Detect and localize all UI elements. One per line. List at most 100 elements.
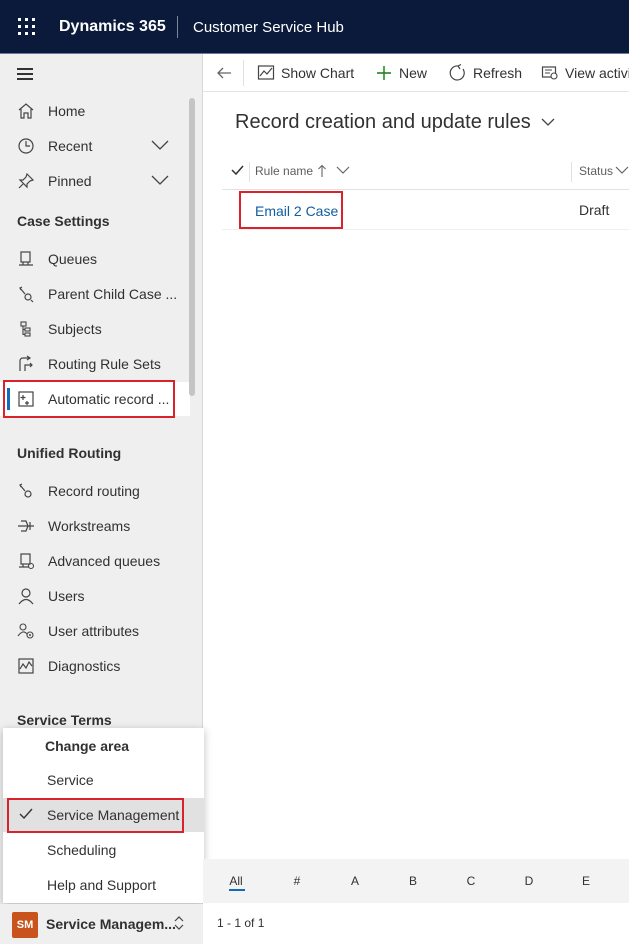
chevron-down-icon[interactable] [151,174,169,186]
app-subtitle[interactable]: Customer Service Hub [193,19,344,36]
sidebar-item-label: Users [48,588,85,604]
area-option-label: Service Management [47,807,180,823]
area-switcher-label: Service Managem... [46,916,176,932]
sidebar-item-user-attributes[interactable]: User attributes [0,614,190,648]
home-icon [18,103,34,119]
command-bar: Show Chart New Refresh View activi [203,54,629,92]
jump-letter-all[interactable]: All [226,874,246,888]
record-count: 1 - 1 of 1 [217,916,265,930]
sidebar-item-advanced-queues[interactable]: Advanced queues [0,544,190,578]
user-attributes-icon [17,623,34,639]
sidebar-item-record-routing[interactable]: Record routing [0,474,190,508]
section-title-case-settings: Case Settings [17,213,110,229]
select-all-checkmark-icon[interactable] [231,165,244,176]
refresh-label: Refresh [473,65,523,81]
sidebar-item-parent-child-case[interactable]: Parent Child Case ... [0,277,190,311]
sidebar-item-label: Pinned [48,173,92,189]
sidebar-item-label: Record routing [48,483,140,499]
jump-letter-d[interactable]: D [519,874,539,888]
sidebar-scrollbar[interactable] [189,98,195,396]
refresh-icon [449,64,465,81]
table-row[interactable]: Email 2 Case Draft [222,190,629,230]
sidebar-item-queues[interactable]: Queues [0,242,190,276]
view-title[interactable]: Record creation and update rules [235,111,531,134]
change-area-flyout: Change area Service Service Management S… [3,728,204,903]
sidebar-item-home[interactable]: Home [0,94,190,128]
sidebar-item-label: Subjects [48,321,102,337]
jump-letter-hash[interactable]: # [287,874,307,888]
queue-icon [19,251,33,266]
hamburger-menu-icon[interactable] [17,68,33,80]
sidebar-item-recent[interactable]: Recent [0,129,190,163]
chevron-down-icon [615,166,629,174]
view-selector-chevron-icon[interactable] [541,117,555,127]
header-divider [177,16,178,38]
area-option-service-management[interactable]: Service Management [3,798,204,832]
record-routing-icon [19,483,32,498]
sidebar-item-routing-rule-sets[interactable]: Routing Rule Sets [0,347,190,381]
sidebar-item-users[interactable]: Users [0,579,190,613]
rule-name-link[interactable]: Email 2 Case [255,203,338,219]
routing-rules-icon [19,355,33,371]
back-arrow-icon[interactable] [215,64,233,82]
column-label: Rule name [255,164,314,178]
app-launcher-icon[interactable] [18,18,36,36]
jump-letter-b[interactable]: B [403,874,423,888]
area-option-scheduling[interactable]: Scheduling [3,833,204,867]
chevron-down-icon[interactable] [151,139,169,151]
area-option-help-and-support[interactable]: Help and Support [3,868,204,902]
jump-letter-a[interactable]: A [345,874,365,888]
sidebar-item-label: Advanced queues [48,553,161,569]
area-option-label: Help and Support [47,877,156,893]
checkmark-icon [19,808,33,820]
command-divider [243,60,244,86]
diagnostics-icon [18,658,34,674]
plus-icon [377,66,391,80]
sidebar-item-workstreams[interactable]: Workstreams [0,509,190,543]
chart-icon [257,65,275,80]
column-divider [571,162,572,182]
user-icon [18,588,34,605]
automatic-record-icon [18,391,34,407]
sidebar-item-label: Parent Child Case ... [48,286,178,302]
status-cell: Draft [579,202,610,218]
selected-indicator [7,388,10,410]
sidebar-item-label: Diagnostics [48,658,121,674]
sidebar-item-automatic-record-creation[interactable]: Automatic record ... [0,382,190,416]
chevron-up-down-icon [174,916,184,930]
jump-active-indicator [229,889,245,891]
flyout-title: Change area [45,738,130,754]
sidebar-item-label: Home [48,103,86,119]
app-name[interactable]: Dynamics 365 [59,18,166,36]
jump-letter-c[interactable]: C [461,874,481,888]
show-chart-label: Show Chart [281,65,355,81]
jump-bar: All # A B C D E [203,859,629,903]
area-avatar: SM [12,912,38,938]
clock-icon [18,138,34,154]
sidebar-item-diagnostics[interactable]: Diagnostics [0,649,190,683]
area-option-label: Service [47,772,94,788]
sidebar-item-pinned[interactable]: Pinned [0,164,190,198]
column-label: Status [579,164,614,178]
view-activities-icon [541,66,558,80]
view-activities-label: View activi [565,65,629,81]
subjects-icon [20,321,31,337]
column-divider [249,162,250,182]
sidebar-item-label: Routing Rule Sets [48,356,161,372]
sort-ascending-icon [318,164,326,177]
sidebar-item-label: User attributes [48,623,140,639]
grid-header: Rule name Status [222,154,629,190]
jump-letter-e[interactable]: E [576,874,596,888]
area-switcher[interactable]: SM Service Managem... [0,904,203,944]
grid-footer: 1 - 1 of 1 [203,903,629,944]
workstreams-icon [18,520,34,532]
sidebar-item-subjects[interactable]: Subjects [0,312,190,346]
top-bar: Dynamics 365 Customer Service Hub [0,0,629,54]
area-option-label: Scheduling [47,842,117,858]
area-option-service[interactable]: Service [3,763,204,797]
chevron-down-icon [336,166,350,174]
parent-child-icon [19,286,34,303]
pin-icon [18,172,35,189]
sidebar-item-label: Recent [48,138,93,154]
sidebar-item-label: Queues [48,251,98,267]
